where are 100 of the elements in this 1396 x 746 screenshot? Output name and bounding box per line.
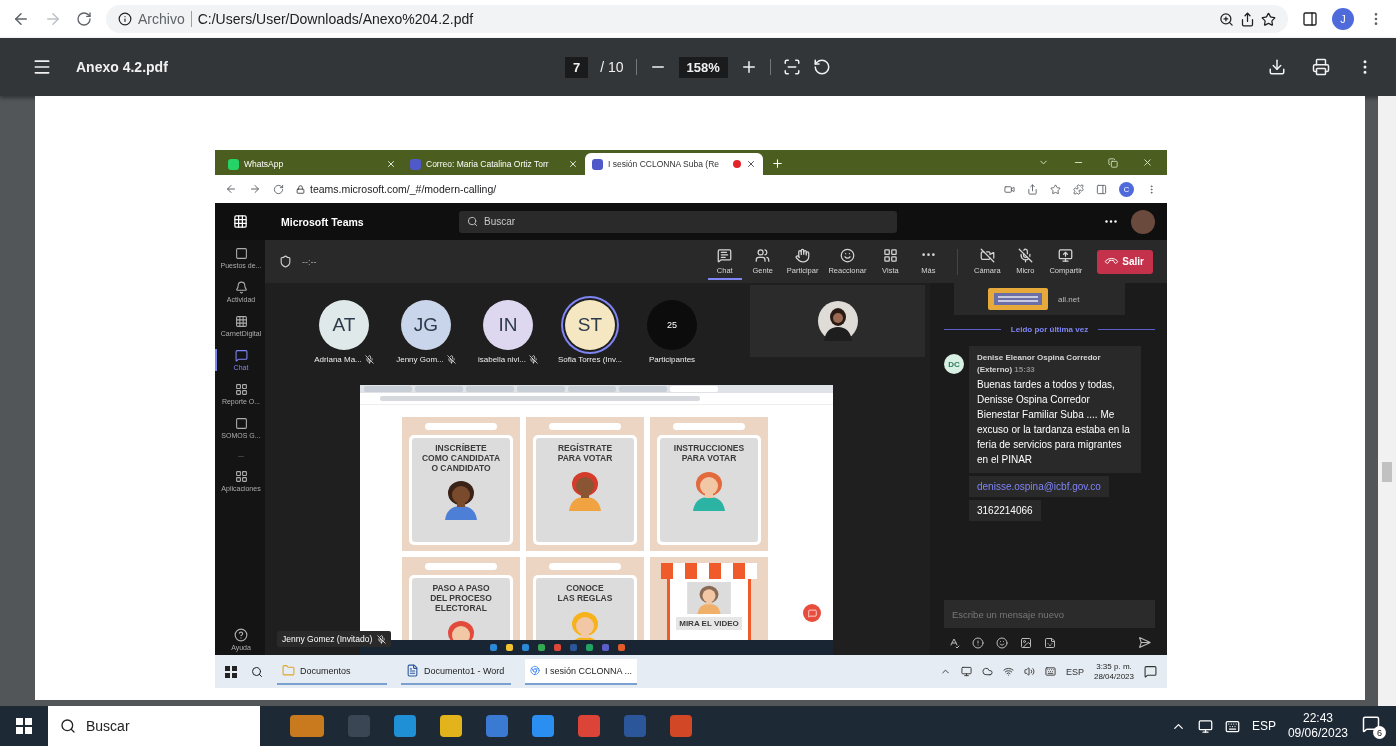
chat-icon <box>234 349 248 362</box>
taskbar-app-icon[interactable] <box>586 644 593 651</box>
sticker-icon[interactable] <box>1044 636 1056 649</box>
close-icon[interactable] <box>746 159 756 169</box>
taskbar-app-icon[interactable] <box>506 644 513 651</box>
priority-icon[interactable] <box>972 636 984 649</box>
print-icon[interactable] <box>1312 58 1330 76</box>
chat-icon <box>717 247 733 263</box>
forward-icon[interactable] <box>249 183 261 195</box>
search-field[interactable]: Buscar <box>459 210 897 233</box>
back-icon[interactable] <box>225 183 237 195</box>
more-icon[interactable] <box>921 253 935 257</box>
fit-page-icon[interactable] <box>782 58 801 76</box>
leave-button[interactable]: Salir <box>1097 249 1153 274</box>
hand-icon <box>795 247 811 263</box>
reload-icon[interactable] <box>76 11 92 27</box>
address-bar[interactable]: Archivo C:/Users/User/Downloads/Anexo%204.2.pdf <box>106 5 1288 33</box>
folder-icon[interactable] <box>440 715 462 737</box>
participants-label: Participantes <box>648 355 696 364</box>
browser-icon[interactable] <box>394 715 416 737</box>
cloud-icon <box>981 666 993 677</box>
powerpoint-icon[interactable] <box>670 715 692 737</box>
label-bar <box>549 423 621 430</box>
menu-card[interactable]: INSTRUCCIONES PARA VOTAR <box>650 417 768 551</box>
sender-avatar: DC <box>944 354 964 374</box>
participant-avatar: IN <box>483 300 533 350</box>
store-icon[interactable] <box>486 715 508 737</box>
dots-icon <box>234 315 248 328</box>
clock-time: 3:35 p. m. <box>1096 661 1132 672</box>
search-icon[interactable] <box>251 665 263 678</box>
rotate-icon[interactable] <box>812 58 831 76</box>
participant-count[interactable]: 25 <box>647 300 697 350</box>
zoom-input[interactable]: 158% <box>678 56 728 78</box>
taskbar-item[interactable]: Documento1 - Word <box>401 658 511 685</box>
mic-off-icon <box>377 634 387 644</box>
label-bar <box>549 563 621 570</box>
format-icon[interactable] <box>948 636 960 649</box>
reload-icon[interactable] <box>273 183 284 195</box>
email-link[interactable]: denisse.ospina@icbf.gov.co <box>977 481 1101 493</box>
label-bar <box>425 563 497 570</box>
chat-button[interactable] <box>803 604 821 622</box>
mail-icon[interactable] <box>532 715 554 737</box>
taskbar-app-icon[interactable] <box>538 644 545 651</box>
search-field[interactable]: Buscar <box>48 706 260 746</box>
browser-tab[interactable]: I sesión CCLONNA Suba (Re <box>585 153 763 175</box>
taskbar-app-icon[interactable] <box>490 644 497 651</box>
more-icon[interactable] <box>1105 220 1117 223</box>
zoom-icon[interactable] <box>1219 11 1234 27</box>
menu-card[interactable]: INSCRÍBETE COMO CANDIDATA O CANDIDATO <box>402 417 520 551</box>
extensions-icon[interactable] <box>1073 183 1084 195</box>
taskbar-app-icon[interactable] <box>522 644 529 651</box>
close-icon[interactable] <box>568 159 578 169</box>
profile-avatar[interactable]: J <box>1332 8 1354 30</box>
read-marker: Leido por última vez <box>1010 325 1089 334</box>
keyboard-icon <box>1044 666 1056 677</box>
browser-tab[interactable]: Correo: Maria Catalina Ortiz Torr <box>403 153 585 175</box>
emoji-icon[interactable] <box>996 636 1008 649</box>
help-icon <box>234 628 248 642</box>
taskbar-app-icon[interactable] <box>618 644 625 651</box>
menu-card[interactable]: REGÍSTRATE PARA VOTAR <box>526 417 644 551</box>
taskbar-app-icon[interactable] <box>554 644 561 651</box>
share-icon[interactable] <box>1240 11 1255 27</box>
message-time: 15:33 <box>1014 364 1035 374</box>
gif-icon[interactable] <box>1020 636 1032 649</box>
download-icon[interactable] <box>1268 58 1286 76</box>
new-tab-icon[interactable] <box>771 157 784 170</box>
taskbar-app-icon[interactable] <box>602 644 609 651</box>
user-avatar[interactable] <box>1131 209 1155 234</box>
restore-icon[interactable] <box>1108 157 1118 168</box>
address-bar[interactable]: teams.microsoft.com/_#/modern-calling/ <box>296 183 992 195</box>
close-icon[interactable] <box>1142 157 1153 168</box>
menu-card[interactable]: PASO A PASO DEL PROCESO ELECTORAL <box>402 557 520 640</box>
star-icon[interactable] <box>1261 11 1276 27</box>
volume-icon <box>1023 666 1035 677</box>
monitor-icon <box>1197 718 1213 734</box>
star-icon[interactable] <box>1050 183 1061 195</box>
notifications-icon[interactable] <box>1144 665 1157 678</box>
send-icon[interactable] <box>1138 636 1151 649</box>
back-icon[interactable] <box>12 10 30 28</box>
taskbar-item[interactable]: Documentos <box>277 658 387 685</box>
app-launcher-icon[interactable] <box>232 214 248 229</box>
menu-icon[interactable] <box>32 57 52 77</box>
taskbar-item[interactable]: I sesión CCLONNA ... <box>525 658 637 685</box>
browser-tab[interactable]: WhatsApp <box>221 153 403 175</box>
page-input[interactable]: 7 <box>564 56 589 78</box>
shield-icon <box>279 255 292 268</box>
side-panel-icon[interactable] <box>1302 11 1318 27</box>
participant-avatar: JG <box>401 300 451 350</box>
menu-card[interactable]: CONOCE LAS REGLAS <box>526 557 644 640</box>
document-icon <box>406 664 419 677</box>
menu-card[interactable]: MIRA EL VIDEO <box>650 557 768 640</box>
language-label: ESP <box>1251 719 1276 733</box>
camera-icon <box>1004 183 1015 195</box>
chrome-icon[interactable] <box>578 715 600 737</box>
close-icon[interactable] <box>386 159 396 169</box>
windows-icon[interactable] <box>225 665 237 678</box>
meeting-timer: --:-- <box>302 256 317 267</box>
app-name: Microsoft Teams <box>281 215 365 228</box>
windows-icon[interactable] <box>16 718 32 734</box>
card-title: MIRA EL VIDEO <box>676 617 742 630</box>
